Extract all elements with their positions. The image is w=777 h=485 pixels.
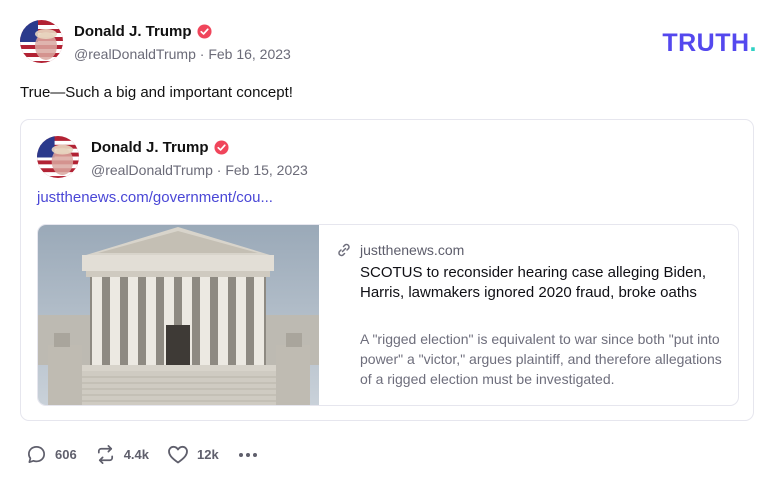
more-icon xyxy=(238,452,257,457)
author-name-text[interactable]: Donald J. Trump xyxy=(74,23,192,40)
card-description: A "rigged election" is equivalent to war… xyxy=(360,331,722,387)
author-name[interactable]: Donald J. Trump xyxy=(74,23,212,40)
like-count: 12k xyxy=(197,447,219,462)
quoted-author-name-text[interactable]: Donald J. Trump xyxy=(91,139,209,156)
action-bar: 606 4.4k 12k xyxy=(26,444,277,465)
card-image xyxy=(38,225,319,405)
card-title[interactable]: SCOTUS to reconsider hearing case allegi… xyxy=(360,263,710,303)
logo-text: TRUTH xyxy=(662,29,750,57)
like-button[interactable]: 12k xyxy=(167,444,219,465)
quoted-handle-row: @realDonaldTrump · Feb 15, 2023 xyxy=(91,162,308,178)
retruth-icon xyxy=(97,445,113,464)
truth-logo[interactable]: TRUTH. xyxy=(662,29,757,58)
retruth-button[interactable]: 4.4k xyxy=(95,444,149,465)
author-avatar[interactable] xyxy=(20,20,63,63)
post-date[interactable]: Feb 16, 2023 xyxy=(208,46,291,62)
verified-badge-icon xyxy=(196,24,212,39)
logo-dot: . xyxy=(749,29,757,57)
verified-badge-icon xyxy=(213,140,229,155)
link-preview-card[interactable]: justthenews.com SCOTUS to reconsider hea… xyxy=(37,224,739,406)
more-button[interactable] xyxy=(237,445,259,465)
quoted-author-avatar[interactable] xyxy=(37,136,79,178)
card-domain: justthenews.com xyxy=(360,242,465,258)
author-handle[interactable]: @realDonaldTrump xyxy=(74,46,196,62)
link-icon xyxy=(338,243,350,257)
reply-icon xyxy=(28,446,45,463)
quoted-post[interactable]: Donald J. Trump @realDonaldTrump · Feb 1… xyxy=(20,119,754,421)
quoted-author-name[interactable]: Donald J. Trump xyxy=(91,139,229,156)
post-text: True—Such a big and important concept! xyxy=(20,84,293,101)
quoted-post-link[interactable]: justthenews.com/government/cou... xyxy=(37,189,273,206)
reply-count: 606 xyxy=(55,447,77,462)
author-handle-row: @realDonaldTrump · Feb 16, 2023 xyxy=(74,46,291,62)
card-domain-row: justthenews.com xyxy=(336,242,464,258)
retruth-count: 4.4k xyxy=(123,447,150,462)
heart-icon xyxy=(168,445,188,464)
quoted-author-handle[interactable]: @realDonaldTrump xyxy=(91,162,213,178)
reply-button[interactable]: 606 xyxy=(26,444,77,465)
quoted-post-date[interactable]: Feb 15, 2023 xyxy=(225,162,308,178)
